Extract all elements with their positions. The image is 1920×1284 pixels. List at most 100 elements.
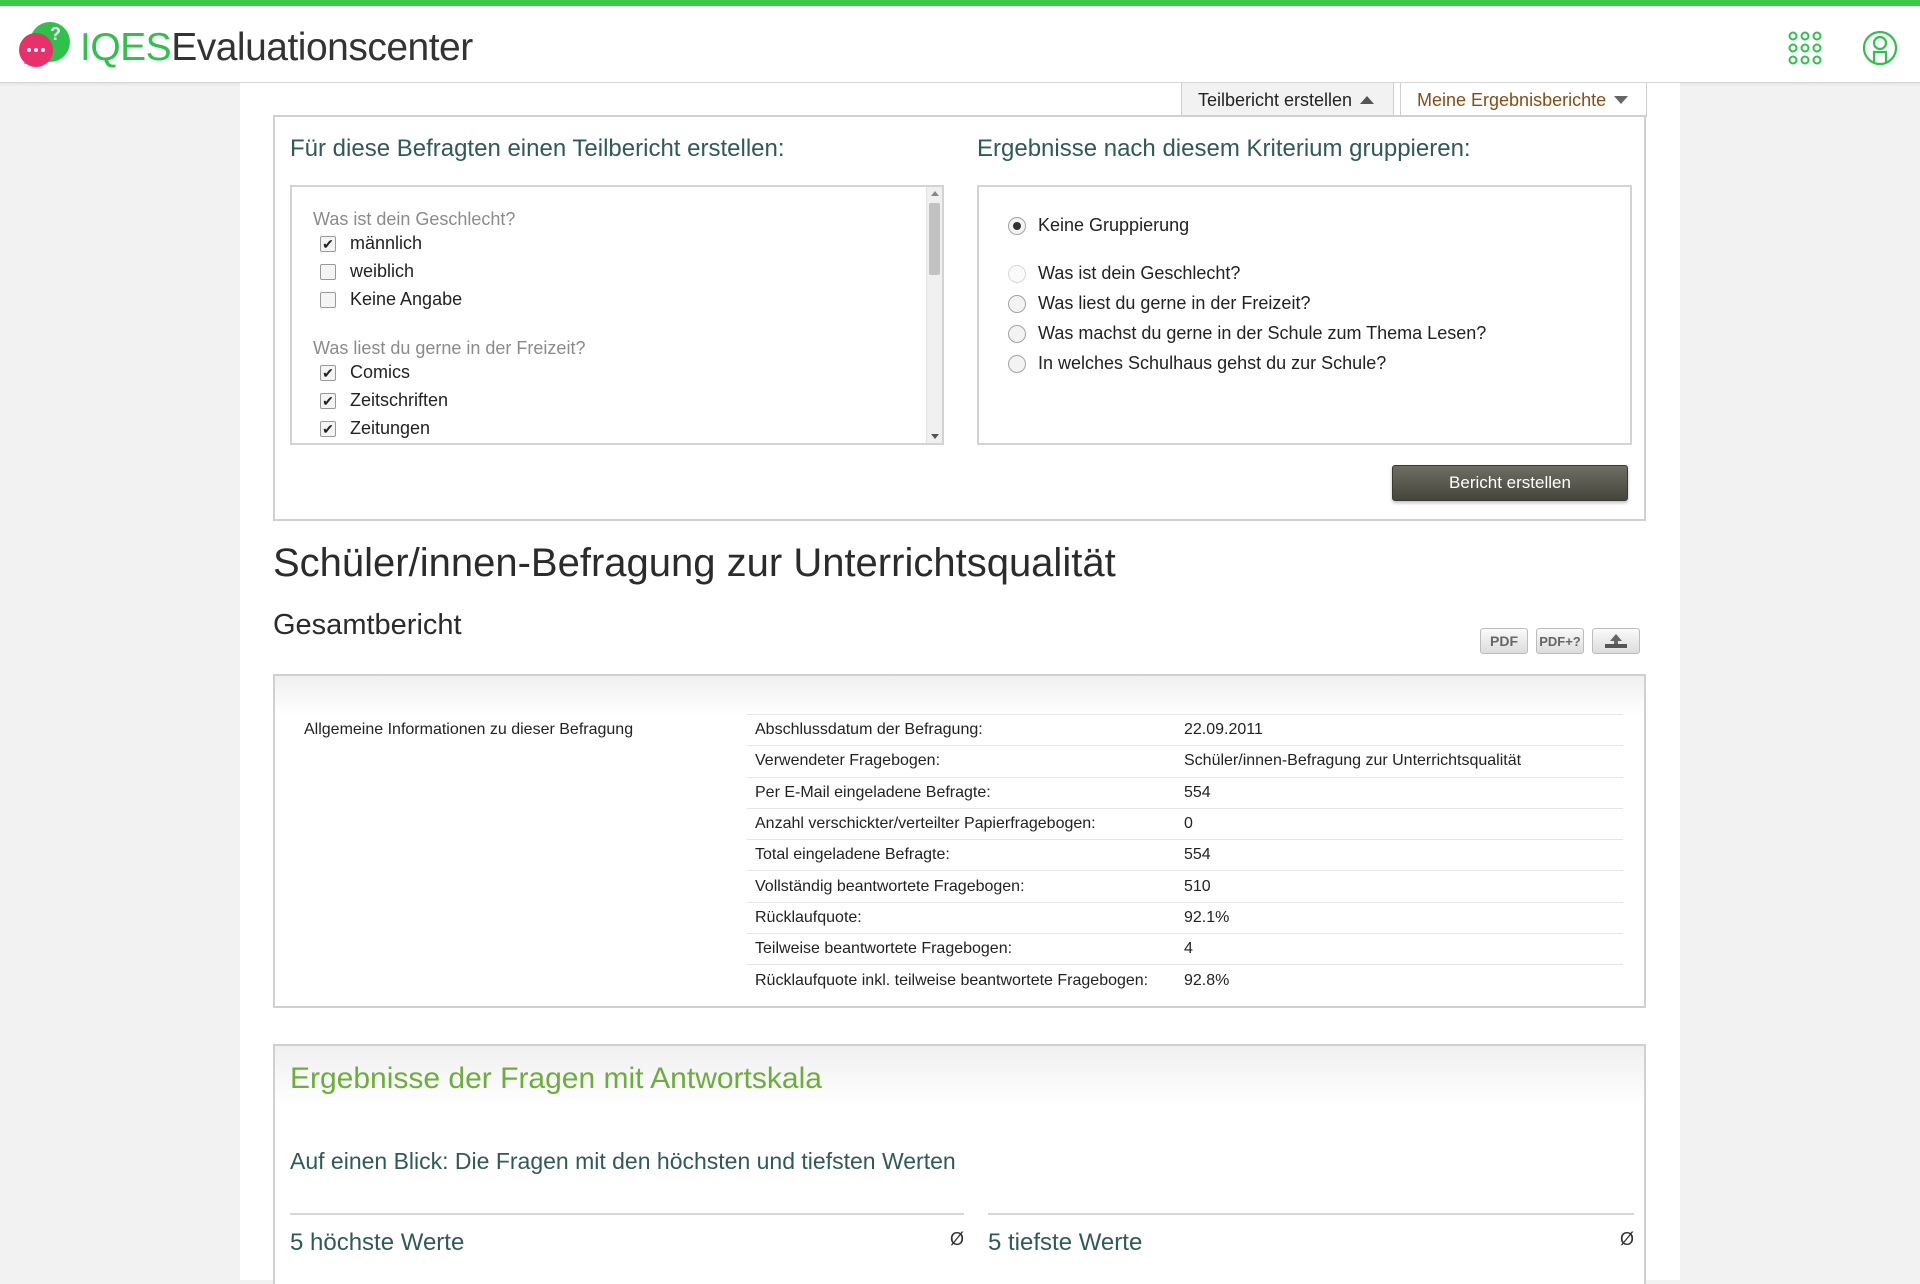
caret-down-icon <box>1614 95 1629 104</box>
radio-selected[interactable] <box>1008 216 1026 235</box>
table-row: Per E-Mail eingeladene Befragte: 554 <box>747 776 1623 808</box>
create-report-button[interactable]: Bericht erstellen <box>1392 465 1628 501</box>
checkbox-unchecked[interactable] <box>320 291 336 308</box>
info-key: Abschlussdatum der Befragung: <box>755 721 983 739</box>
option-label: Was machst du gerne in der Schule zum Th… <box>1038 323 1487 343</box>
tab-label: Meine Ergebnisberichte <box>1417 89 1607 110</box>
results-title: Ergebnisse der Fragen mit Antwortskala <box>290 1062 822 1095</box>
filter-option-weiblich[interactable]: weiblich <box>320 261 414 282</box>
average-symbol: Ø <box>1619 1229 1634 1249</box>
info-table: Abschlussdatum der Befragung: 22.09.2011 … <box>747 714 1623 996</box>
option-label: Keine Gruppierung <box>1038 215 1190 235</box>
info-value: 92.8% <box>1184 971 1230 989</box>
info-key: Anzahl verschickter/verteilter Papierfra… <box>755 815 1096 833</box>
info-key: Per E-Mail eingeladene Befragte: <box>755 783 991 801</box>
tab-teilbericht-erstellen[interactable]: Teilbericht erstellen <box>1181 83 1394 117</box>
info-key: Rücklaufquote inkl. teilweise beantworte… <box>755 971 1149 989</box>
average-symbol: Ø <box>949 1229 964 1249</box>
filter-group-question: Was ist dein Geschlecht? <box>313 209 516 229</box>
info-section-label: Allgemeine Informationen zu dieser Befra… <box>304 721 634 738</box>
radio-unselected[interactable] <box>1008 354 1026 373</box>
export-pdf-plus-button[interactable]: PDF+? <box>1536 628 1584 654</box>
radio-unselected[interactable] <box>1008 324 1026 343</box>
svg-text:?: ? <box>50 24 61 44</box>
brand-logo[interactable]: ? IQESEvaluationscenter <box>14 18 473 76</box>
info-value: 554 <box>1184 783 1211 801</box>
info-value: 4 <box>1184 940 1193 958</box>
app-header: ? IQESEvaluationscenter <box>0 6 1920 83</box>
highest-values-label: 5 höchste Werte <box>290 1229 465 1256</box>
download-icon <box>1605 634 1627 648</box>
filter-heading: Für diese Befragten einen Teilbericht er… <box>290 135 785 162</box>
grouping-option-schulhaus[interactable]: In welches Schulhaus gehst du zur Schule… <box>1008 353 1386 374</box>
info-value: 0 <box>1184 815 1193 833</box>
brand-name: IQESEvaluationscenter <box>80 28 473 67</box>
chat-question-logo-icon: ? <box>19 22 70 67</box>
info-key: Total eingeladene Befragte: <box>755 846 950 864</box>
info-value: Schüler/innen-Befragung zur Unterrichtsq… <box>1184 752 1522 770</box>
download-button[interactable] <box>1592 628 1640 654</box>
checkbox-checked[interactable]: ✔ <box>320 235 336 252</box>
scroll-down-arrow-icon[interactable] <box>931 434 939 439</box>
export-pdf-button[interactable]: PDF <box>1480 628 1528 654</box>
info-key: Rücklaufquote: <box>755 908 862 926</box>
radio-unselected[interactable] <box>1008 294 1026 313</box>
info-value: 22.09.2011 <box>1184 721 1263 739</box>
info-value: 92.1% <box>1184 908 1230 926</box>
respondent-filter-list[interactable]: Was ist dein Geschlecht? ✔ männlich weib… <box>290 185 944 445</box>
report-subtitle: Gesamtbericht <box>273 609 462 641</box>
scroll-thumb[interactable] <box>929 203 940 275</box>
lowest-values-column: 5 tiefste Werte Ø <box>988 1213 1634 1256</box>
option-label: männlich <box>350 233 423 253</box>
grouping-option-lesen[interactable]: Was machst du gerne in der Schule zum Th… <box>1008 323 1486 344</box>
checkbox-checked[interactable]: ✔ <box>320 420 336 437</box>
filter-option-maennlich[interactable]: ✔ männlich <box>320 233 422 254</box>
grouping-heading: Ergebnisse nach diesem Kriterium gruppie… <box>977 135 1471 162</box>
caret-up-icon <box>1360 95 1375 104</box>
results-section: Ergebnisse der Fragen mit Antwortskala A… <box>273 1044 1646 1284</box>
table-row: Rücklaufquote: 92.1% <box>747 901 1623 933</box>
scroll-up-arrow-icon[interactable] <box>931 191 939 196</box>
radio-disabled <box>1008 264 1026 283</box>
header-actions <box>1788 30 1898 66</box>
filter-option-zeitungen[interactable]: ✔ Zeitungen <box>320 418 430 439</box>
option-label: Zeitschriften <box>350 390 449 410</box>
option-label: Was ist dein Geschlecht? <box>1038 263 1241 283</box>
tab-meine-ergebnisberichte[interactable]: Meine Ergebnisberichte <box>1400 83 1647 117</box>
page-title: Schüler/innen-Befragung zur Unterrichtsq… <box>273 541 1116 585</box>
checkbox-checked[interactable]: ✔ <box>320 392 336 409</box>
apps-grid-icon[interactable] <box>1788 31 1822 65</box>
option-label: weiblich <box>350 261 415 281</box>
listbox-scrollbar[interactable] <box>926 187 942 443</box>
tab-label: Teilbericht erstellen <box>1198 89 1353 110</box>
checkbox-unchecked[interactable] <box>320 263 336 280</box>
filter-option-zeitschriften[interactable]: ✔ Zeitschriften <box>320 390 448 411</box>
survey-info-box: Allgemeine Informationen zu dieser Befra… <box>273 674 1646 1008</box>
table-row: Verwendeter Fragebogen: Schüler/innen-Bef… <box>747 745 1623 776</box>
table-row: Vollständig beantwortete Fragebogen: 510 <box>747 870 1623 901</box>
brand-prefix: IQES <box>80 25 172 69</box>
filter-group-question: Was liest du gerne in der Freizeit? <box>313 338 586 358</box>
info-value: 554 <box>1184 846 1211 864</box>
table-row: Abschlussdatum der Befragung: 22.09.2011 <box>747 714 1623 745</box>
table-row: Total eingeladene Befragte: 554 <box>747 839 1623 870</box>
user-profile-icon[interactable] <box>1862 30 1898 66</box>
lowest-values-label: 5 tiefste Werte <box>988 1229 1143 1256</box>
option-label: Keine Angabe <box>350 289 463 309</box>
option-label: Zeitungen <box>350 418 431 438</box>
filter-option-comics[interactable]: ✔ Comics <box>320 362 410 383</box>
teilbericht-panel: Für diese Befragten einen Teilbericht er… <box>273 115 1646 521</box>
table-row: Anzahl verschickter/verteilter Papierfra… <box>747 807 1623 839</box>
highest-values-column: 5 höchste Werte Ø <box>290 1213 964 1256</box>
checkbox-checked[interactable]: ✔ <box>320 364 336 381</box>
results-subtitle: Auf einen Blick: Die Fragen mit den höch… <box>290 1148 956 1174</box>
info-key: Verwendeter Fragebogen: <box>755 752 941 770</box>
filter-option-keine-angabe[interactable]: Keine Angabe <box>320 289 462 310</box>
grouping-option-freizeit[interactable]: Was liest du gerne in der Freizeit? <box>1008 293 1310 314</box>
brand-suffix: Evaluationscenter <box>171 25 473 69</box>
grouping-option-geschlecht[interactable]: Was ist dein Geschlecht? <box>1008 263 1240 284</box>
option-label: Was liest du gerne in der Freizeit? <box>1038 293 1311 313</box>
info-value: 510 <box>1184 877 1211 895</box>
grouping-options: Keine Gruppierung Was ist dein Geschlech… <box>977 185 1632 445</box>
grouping-option-keine[interactable]: Keine Gruppierung <box>1008 215 1189 236</box>
